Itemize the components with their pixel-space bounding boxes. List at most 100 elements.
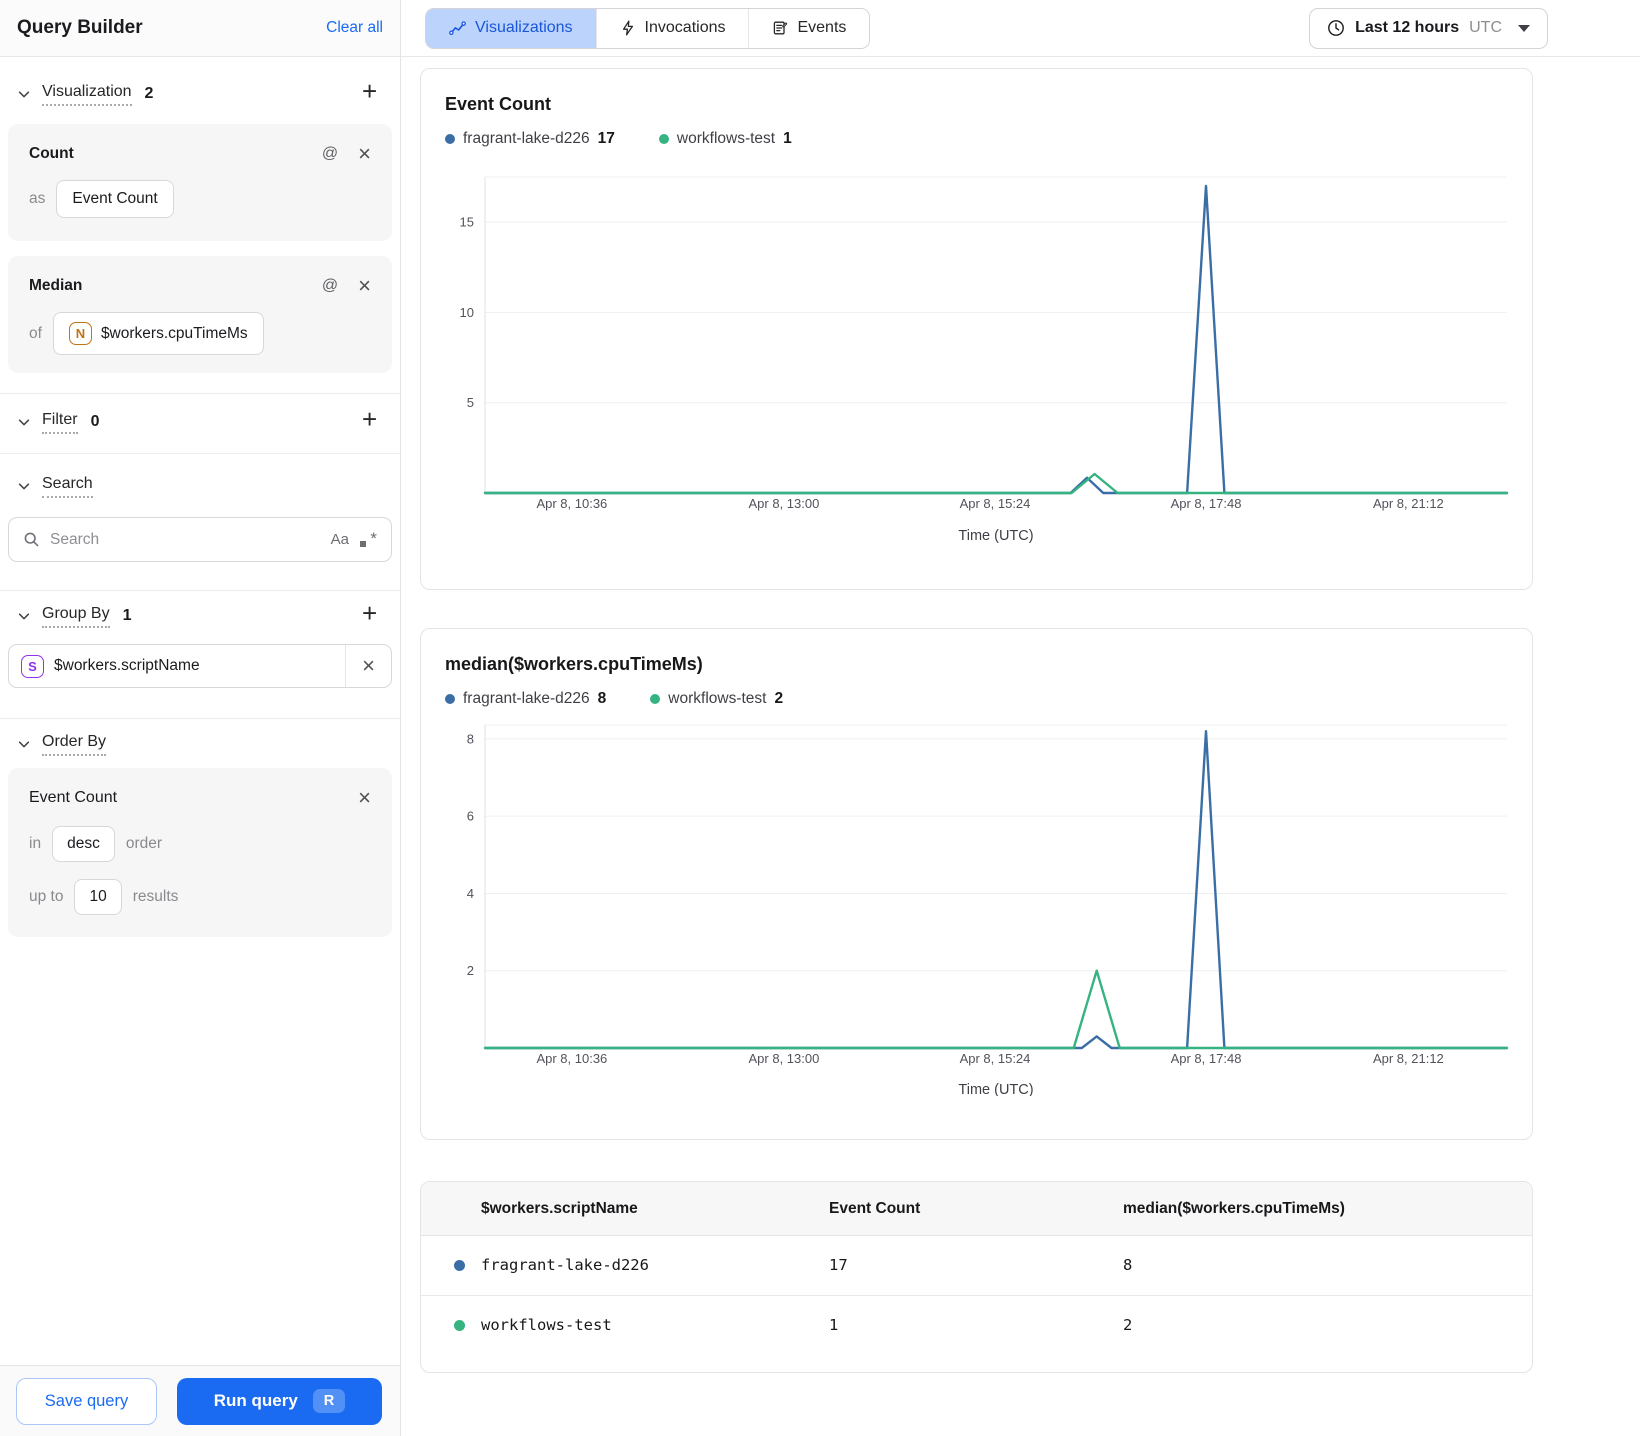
regex-icon[interactable] bbox=[359, 529, 377, 549]
legend-item: fragrant-lake-d226 8 bbox=[445, 690, 606, 708]
filter-section-label: Filter bbox=[42, 411, 78, 434]
legend-series-value: 1 bbox=[783, 130, 792, 147]
legend-dot bbox=[658, 134, 669, 144]
table-column-header: $workers.scriptName bbox=[421, 1182, 829, 1236]
order-by-card: Event Count in desc order up to 10 resul… bbox=[8, 768, 392, 937]
group-by-field[interactable]: S $workers.scriptName bbox=[8, 644, 392, 688]
visualization-alias-field[interactable]: Event Count bbox=[56, 180, 174, 218]
table-value: 17 bbox=[829, 1256, 848, 1274]
legend-series-value: 2 bbox=[774, 690, 784, 707]
order-label: order bbox=[125, 835, 163, 852]
in-label: in bbox=[29, 835, 42, 852]
chart-title: Event Count bbox=[445, 94, 551, 114]
legend-dot bbox=[445, 694, 455, 704]
svg-text:Apr 8, 10:36: Apr 8, 10:36 bbox=[536, 496, 607, 511]
as-label: as bbox=[29, 190, 46, 207]
legend-item: workflows-test 2 bbox=[650, 690, 783, 708]
script-name: workflows-test bbox=[481, 1316, 612, 1334]
search-section-label: Search bbox=[42, 475, 93, 498]
legend-series-name: workflows-test bbox=[676, 130, 776, 147]
divider bbox=[0, 393, 400, 394]
svg-text:Apr 8, 13:00: Apr 8, 13:00 bbox=[749, 1051, 820, 1066]
save-query-button[interactable]: Save query bbox=[16, 1377, 157, 1425]
divider bbox=[0, 590, 400, 591]
legend-dot bbox=[445, 134, 455, 144]
svg-text:Time (UTC): Time (UTC) bbox=[958, 528, 1033, 544]
query-builder-sidebar: Query Builder Clear all Visualization 2 … bbox=[0, 0, 401, 1436]
clock-icon bbox=[1327, 19, 1345, 37]
time-range-selector[interactable]: Last 12 hours UTC bbox=[1309, 7, 1548, 49]
chart-legend: fragrant-lake-d226 8 workflows-test 2 bbox=[445, 690, 1508, 708]
view-tabs: Visualizations Invocations Events bbox=[425, 7, 871, 49]
result-limit-field[interactable]: 10 bbox=[74, 879, 122, 915]
aggregation-name: Median bbox=[29, 277, 83, 294]
legend-series-name: fragrant-lake-d226 bbox=[463, 690, 590, 707]
sidebar-footer: Save query Run query R bbox=[0, 1365, 400, 1436]
order-by-section-header[interactable]: Order By bbox=[0, 728, 400, 760]
close-icon[interactable] bbox=[358, 787, 371, 809]
chart-legend: fragrant-lake-d226 17 workflows-test 1 bbox=[445, 130, 1508, 148]
legend-series-value: 17 bbox=[597, 130, 615, 147]
svg-text:Apr 8, 10:36: Apr 8, 10:36 bbox=[536, 1051, 607, 1066]
legend-item: workflows-test 1 bbox=[658, 130, 792, 148]
svg-text:Apr 8, 21:12: Apr 8, 21:12 bbox=[1373, 1051, 1444, 1066]
caret-down-icon bbox=[1518, 24, 1530, 32]
add-filter-button[interactable] bbox=[355, 404, 383, 436]
close-icon[interactable] bbox=[358, 275, 371, 297]
legend-series-name: workflows-test bbox=[668, 690, 767, 707]
close-icon[interactable] bbox=[358, 143, 371, 165]
chart-title: median($workers.cpuTimeMs) bbox=[445, 654, 703, 674]
table-header: $workers.scriptName Event Count median($wo… bbox=[421, 1182, 1532, 1236]
group-by-section-header[interactable]: Group By 1 bbox=[0, 598, 400, 632]
at-sign-icon[interactable] bbox=[322, 277, 338, 295]
filter-count: 0 bbox=[90, 413, 100, 430]
lightning-icon bbox=[620, 20, 636, 36]
visualization-card-median: Median of N $workers.cpuTimeMs bbox=[8, 256, 392, 373]
svg-text:Apr 8, 21:12: Apr 8, 21:12 bbox=[1373, 496, 1444, 511]
chevron-down-icon bbox=[17, 737, 31, 751]
divider bbox=[0, 453, 400, 454]
tab-visualizations[interactable]: Visualizations bbox=[426, 8, 597, 48]
svg-text:Apr 8, 17:48: Apr 8, 17:48 bbox=[1171, 1051, 1242, 1066]
sidebar-header: Query Builder Clear all bbox=[0, 0, 400, 57]
line-chart-icon bbox=[449, 20, 466, 37]
results-table-card: $workers.scriptName Event Count median($wo… bbox=[420, 1181, 1533, 1373]
chevron-down-icon bbox=[17, 609, 31, 623]
search-input[interactable] bbox=[50, 530, 321, 549]
results-table: $workers.scriptName Event Count median($wo… bbox=[421, 1182, 1532, 1355]
run-query-button[interactable]: Run query R bbox=[177, 1377, 382, 1425]
visualization-section-header[interactable]: Visualization 2 bbox=[0, 76, 400, 110]
main-topbar: Visualizations Invocations Events Last 1… bbox=[401, 0, 1640, 57]
order-by-field: Event Count bbox=[29, 789, 118, 806]
tab-events[interactable]: Events bbox=[749, 8, 870, 48]
svg-text:8: 8 bbox=[467, 731, 474, 746]
search-section-header[interactable]: Search bbox=[0, 470, 400, 502]
string-type-icon: S bbox=[21, 654, 44, 678]
legend-series-name: fragrant-lake-d226 bbox=[463, 130, 590, 147]
table-row: workflows-test 1 2 bbox=[421, 1295, 1532, 1355]
of-label: of bbox=[29, 324, 42, 342]
add-visualization-button[interactable] bbox=[355, 76, 383, 108]
group-by-count: 1 bbox=[122, 607, 132, 624]
table-column-header: median($workers.cpuTimeMs) bbox=[1123, 1182, 1532, 1236]
table-value: 1 bbox=[829, 1316, 839, 1334]
median-field-selector[interactable]: N $workers.cpuTimeMs bbox=[52, 312, 264, 355]
svg-text:2: 2 bbox=[467, 963, 474, 978]
at-sign-icon[interactable] bbox=[322, 145, 338, 163]
svg-text:Apr 8, 15:24: Apr 8, 15:24 bbox=[960, 1051, 1031, 1066]
match-case-icon[interactable] bbox=[331, 531, 349, 548]
svg-text:5: 5 bbox=[467, 395, 474, 410]
filter-section-header[interactable]: Filter 0 bbox=[0, 404, 400, 438]
legend-item: fragrant-lake-d226 17 bbox=[445, 130, 615, 148]
median-cputime-chart-card: median($workers.cpuTimeMs) fragrant-lake… bbox=[420, 628, 1533, 1140]
clear-all-button[interactable]: Clear all bbox=[326, 19, 383, 37]
add-group-by-button[interactable] bbox=[355, 598, 383, 630]
tab-invocations[interactable]: Invocations bbox=[596, 8, 750, 48]
divider bbox=[0, 718, 400, 719]
svg-text:10: 10 bbox=[460, 305, 474, 320]
table-value: 2 bbox=[1123, 1316, 1133, 1334]
remove-group-by-icon[interactable] bbox=[346, 645, 391, 687]
sort-direction-selector[interactable]: desc bbox=[52, 826, 115, 862]
group-by-section-label: Group By bbox=[42, 605, 110, 628]
legend-dot bbox=[650, 694, 661, 704]
